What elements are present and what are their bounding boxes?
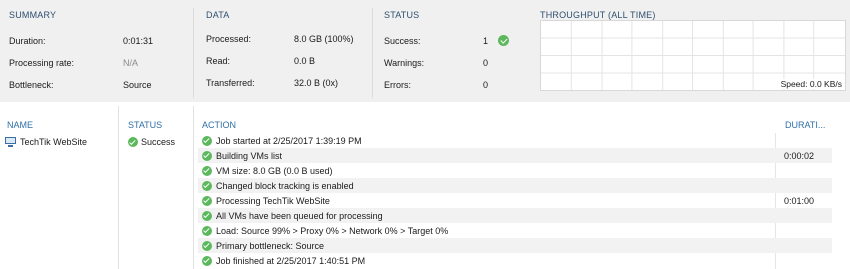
vm-status: Success (128, 135, 175, 149)
read-label: Read: (206, 56, 231, 66)
bottleneck-value: Source (123, 80, 152, 90)
column-header-name[interactable]: NAME (7, 120, 33, 130)
log-row: Processing TechTik WebSite 0:01:00 (198, 193, 832, 208)
log-action-text: All VMs have been queued for processing (216, 210, 383, 221)
transferred-value: 32.0 B (0x) (294, 78, 339, 88)
processed-label: Processed: (206, 34, 252, 44)
processing-rate-value: N/A (123, 58, 139, 68)
pane-divider (193, 106, 194, 269)
log-duration: 0:01:00 (784, 195, 815, 206)
success-count: 1 (483, 36, 489, 46)
success-check-icon (202, 165, 212, 176)
success-check-icon (202, 225, 212, 236)
log-action-text: Job started at 2/25/2017 1:39:19 PM (216, 135, 362, 146)
success-check-icon (202, 195, 212, 206)
section-divider (372, 8, 373, 98)
log-row: Primary bottleneck: Source (198, 238, 832, 253)
vm-monitor-icon (5, 137, 16, 147)
success-check-icon (202, 135, 212, 146)
success-check-icon (202, 210, 212, 221)
log-row: Job started at 2/25/2017 1:39:19 PM (198, 133, 832, 148)
warnings-count: 0 (483, 58, 489, 68)
pane-divider (118, 106, 119, 269)
log-row: All VMs have been queued for processing (198, 208, 832, 223)
vm-list-item[interactable]: TechTik WebSite (5, 135, 87, 149)
log-row: Load: Source 99% > Proxy 0% > Network 0%… (198, 223, 832, 238)
job-summary-panel: SUMMARY Duration: 0:01:31 Processing rat… (0, 0, 850, 102)
processing-rate-label: Processing rate: (9, 58, 75, 68)
errors-count: 0 (483, 80, 489, 90)
column-header-duration[interactable]: DURATI... (785, 120, 825, 130)
status-section-title: STATUS (384, 10, 420, 20)
throughput-chart: Speed: 0.0 KB/s (540, 20, 846, 91)
column-header-action[interactable]: ACTION (202, 120, 236, 130)
action-log: Job started at 2/25/2017 1:39:19 PM Buil… (198, 133, 832, 268)
log-action-text: Job finished at 2/25/2017 1:40:51 PM (216, 255, 366, 266)
vm-name: TechTik WebSite (20, 137, 88, 147)
log-row: Job finished at 2/25/2017 1:40:51 PM (198, 253, 832, 268)
vm-status-text: Success (141, 137, 176, 147)
warnings-label: Warnings: (384, 58, 425, 68)
success-check-icon (202, 180, 212, 191)
column-header-status[interactable]: STATUS (128, 120, 162, 130)
success-check-icon (202, 255, 212, 266)
log-duration: 0:00:02 (784, 150, 815, 161)
data-section-title: DATA (206, 10, 230, 20)
log-action-text: Primary bottleneck: Source (216, 240, 325, 251)
read-value: 0.0 B (294, 56, 316, 66)
log-action-text: Building VMs list (216, 150, 283, 161)
success-check-icon (202, 150, 212, 161)
success-check-icon (498, 35, 509, 46)
log-row: Changed block tracking is enabled (198, 178, 832, 193)
processed-value: 8.0 GB (100%) (294, 34, 354, 44)
bottleneck-label: Bottleneck: (9, 80, 54, 90)
success-check-icon (128, 137, 138, 147)
log-scroll-area[interactable] (833, 106, 850, 269)
section-divider (193, 8, 194, 98)
duration-value: 0:01:31 (123, 36, 154, 46)
log-action-text: Changed block tracking is enabled (216, 180, 354, 191)
success-label: Success: (384, 36, 421, 46)
log-action-text: Load: Source 99% > Proxy 0% > Network 0%… (216, 225, 449, 236)
duration-label: Duration: (9, 36, 46, 46)
log-row: VM size: 8.0 GB (0.0 B used) (198, 163, 832, 178)
log-row: Building VMs list 0:00:02 (198, 148, 832, 163)
log-action-text: Processing TechTik WebSite (216, 195, 330, 206)
success-check-icon (202, 240, 212, 251)
transferred-label: Transferred: (206, 78, 255, 88)
throughput-section-title: THROUGHPUT (ALL TIME) (540, 10, 656, 20)
summary-section-title: SUMMARY (9, 10, 57, 20)
throughput-speed: Speed: 0.0 KB/s (778, 79, 842, 89)
errors-label: Errors: (384, 80, 411, 90)
log-action-text: VM size: 8.0 GB (0.0 B used) (216, 165, 333, 176)
